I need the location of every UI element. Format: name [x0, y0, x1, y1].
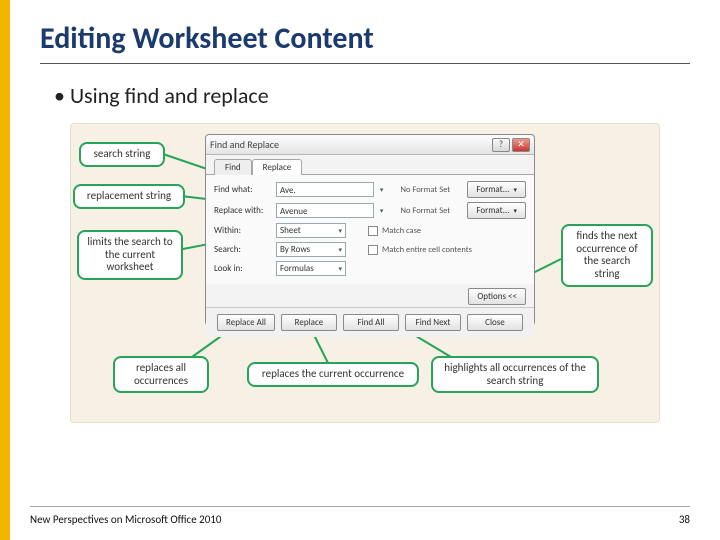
label-find-what: Find what: [214, 184, 270, 195]
figure-area: Find and Replace ? ✕ Find Replace Find w… [70, 123, 660, 423]
chevron-down-icon[interactable]: ▾ [380, 206, 384, 215]
window-buttons: ? ✕ [492, 138, 530, 152]
dialog-titlebar: Find and Replace ? ✕ [206, 135, 534, 155]
replace-format-info: No Format Set [389, 206, 461, 216]
slide-body: Editing Worksheet Content Using find and… [10, 0, 720, 540]
callout-replacement-string: replacement string [73, 184, 185, 209]
close-icon[interactable]: ✕ [512, 138, 530, 152]
replace-format-button[interactable]: Format...▾ [467, 202, 526, 219]
look-in-combo[interactable]: Formulas▾ [276, 261, 346, 276]
slide-title: Editing Worksheet Content [40, 20, 690, 64]
callout-replaces-all: replaces all occurrences [113, 356, 209, 393]
find-format-button[interactable]: Format...▾ [467, 181, 526, 198]
footer-text: New Perspectives on Microsoft Office 201… [30, 513, 221, 526]
label-search: Search: [214, 244, 270, 255]
slide-footer: New Perspectives on Microsoft Office 201… [30, 506, 690, 526]
label-within: Within: [214, 225, 270, 236]
page-number: 38 [679, 513, 690, 526]
callout-limits-sheet: limits the search to the current workshe… [77, 230, 183, 280]
match-entire-check[interactable]: Match entire cell contents [368, 245, 472, 255]
label-look-in: Look in: [214, 263, 270, 274]
close-button[interactable]: Close [467, 314, 523, 331]
match-case-check[interactable]: Match case [368, 226, 421, 236]
search-combo[interactable]: By Rows▾ [276, 242, 346, 257]
callout-finds-next: finds the next occurrence of the search … [561, 224, 653, 287]
slide-accent-bar [0, 0, 10, 540]
find-all-button[interactable]: Find All [343, 314, 399, 331]
dialog-tabs: Find Replace [214, 159, 534, 175]
find-replace-dialog: Find and Replace ? ✕ Find Replace Find w… [205, 134, 535, 326]
tab-replace[interactable]: Replace [252, 159, 303, 175]
tab-find[interactable]: Find [214, 159, 252, 175]
find-what-input[interactable]: Ave. [276, 182, 374, 197]
find-format-info: No Format Set [389, 185, 461, 195]
callout-highlights-all: highlights all occurrences of the search… [431, 356, 599, 393]
options-button[interactable]: Options << [468, 288, 526, 305]
replace-with-input[interactable]: Avenue [276, 203, 374, 218]
callout-replaces-current: replaces the current occurrence [247, 362, 419, 387]
find-next-button[interactable]: Find Next [405, 314, 461, 331]
replace-all-button[interactable]: Replace All [217, 314, 275, 331]
callout-search-string: search string [79, 142, 165, 167]
label-replace-with: Replace with: [214, 205, 270, 216]
replace-button[interactable]: Replace [281, 314, 337, 331]
slide-bullet: Using find and replace [54, 82, 690, 109]
within-combo[interactable]: Sheet▾ [276, 223, 346, 238]
help-icon[interactable]: ? [492, 138, 510, 152]
chevron-down-icon[interactable]: ▾ [380, 185, 384, 194]
dialog-form: Find what: Ave. ▾ No Format Set Format..… [206, 175, 534, 284]
dialog-title: Find and Replace [210, 138, 279, 151]
dialog-button-row: Replace All Replace Find All Find Next C… [206, 307, 534, 337]
